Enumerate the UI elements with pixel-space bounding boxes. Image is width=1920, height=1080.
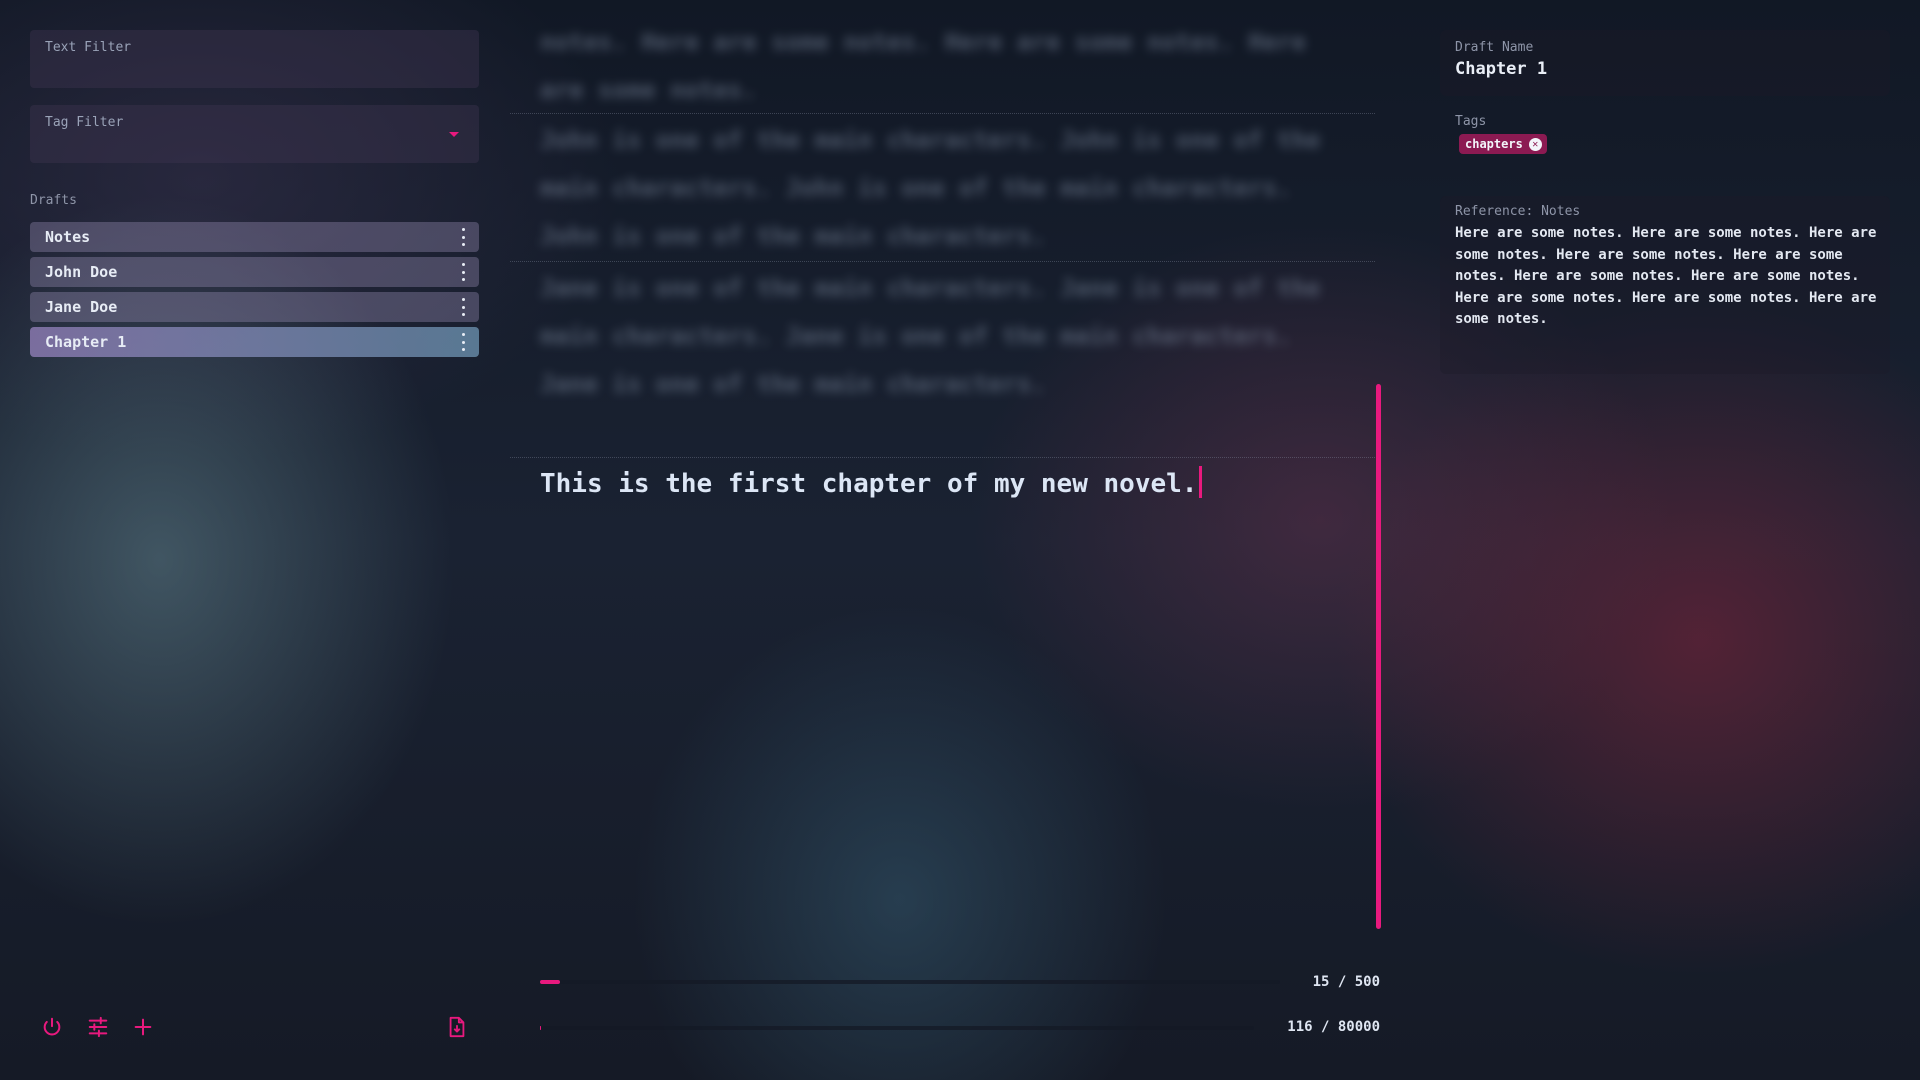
draft-item-chapter-1[interactable]: Chapter 1 — [30, 327, 479, 357]
draft-item-label: John Doe — [45, 263, 118, 281]
close-icon[interactable]: ✕ — [1528, 137, 1542, 151]
scrollbar[interactable] — [1376, 384, 1381, 929]
reference-panel: Reference: Notes Here are some notes. He… — [1440, 196, 1890, 374]
text-filter-input[interactable]: Text Filter — [30, 30, 479, 88]
paragraph-divider — [510, 457, 1375, 458]
settings-sliders-icon[interactable] — [87, 1016, 109, 1038]
more-options-icon[interactable] — [461, 228, 465, 246]
blurred-paragraph-john: John is one of the main characters. John… — [540, 126, 1321, 250]
more-options-icon[interactable] — [461, 333, 465, 351]
reference-text: Here are some notes. Here are some notes… — [1455, 225, 1877, 327]
total-progress-bar — [540, 1026, 1254, 1030]
tag-filter-label: Tag Filter — [45, 115, 124, 130]
plus-icon[interactable] — [132, 1016, 154, 1038]
draft-item-label: Notes — [45, 228, 91, 246]
export-document-icon[interactable] — [446, 1016, 468, 1038]
text-cursor — [1199, 466, 1203, 498]
draft-name-label: Draft Name — [1455, 40, 1534, 55]
paragraph-divider — [510, 261, 1375, 262]
text-filter-label: Text Filter — [45, 40, 132, 55]
session-progress-fill — [540, 980, 560, 984]
draft-item-label: Jane Doe — [45, 298, 118, 316]
tags-label: Tags — [1455, 114, 1487, 129]
drafts-heading: Drafts — [30, 193, 77, 208]
draft-name-field[interactable]: Draft Name Chapter 1 — [1440, 30, 1890, 96]
blurred-paragraph-jane: Jane is one of the main characters. Jane… — [540, 274, 1321, 398]
total-word-count: 116 / 80000 — [1287, 1019, 1380, 1035]
draft-item-jane-doe[interactable]: Jane Doe — [30, 292, 479, 322]
total-progress-fill — [540, 1026, 542, 1030]
draft-item-label: Chapter 1 — [45, 333, 127, 351]
tag-label: chapters — [1465, 137, 1523, 151]
editor-text[interactable]: This is the first chapter of my new nove… — [540, 469, 1197, 499]
blurred-paragraph-notes: notes. Here are some notes. Here are som… — [540, 28, 1306, 104]
draft-item-john-doe[interactable]: John Doe — [30, 257, 479, 287]
reference-label: Reference: Notes — [1455, 204, 1581, 219]
session-word-count: 15 / 500 — [1312, 974, 1380, 990]
draft-item-notes[interactable]: Notes — [30, 222, 479, 252]
editor-current-paragraph[interactable]: This is the first chapter of my new nove… — [540, 466, 1203, 499]
tag-chip[interactable]: chapters ✕ — [1459, 134, 1547, 154]
tags-field[interactable]: Tags chapters ✕ — [1440, 106, 1890, 166]
more-options-icon[interactable] — [461, 298, 465, 316]
power-icon[interactable] — [41, 1016, 63, 1038]
session-progress-bar — [540, 980, 1280, 984]
more-options-icon[interactable] — [461, 263, 465, 281]
paragraph-divider — [510, 113, 1375, 114]
draft-name-value[interactable]: Chapter 1 — [1455, 59, 1875, 79]
tag-filter-select[interactable]: Tag Filter — [30, 105, 479, 163]
chevron-down-icon[interactable] — [449, 132, 459, 137]
